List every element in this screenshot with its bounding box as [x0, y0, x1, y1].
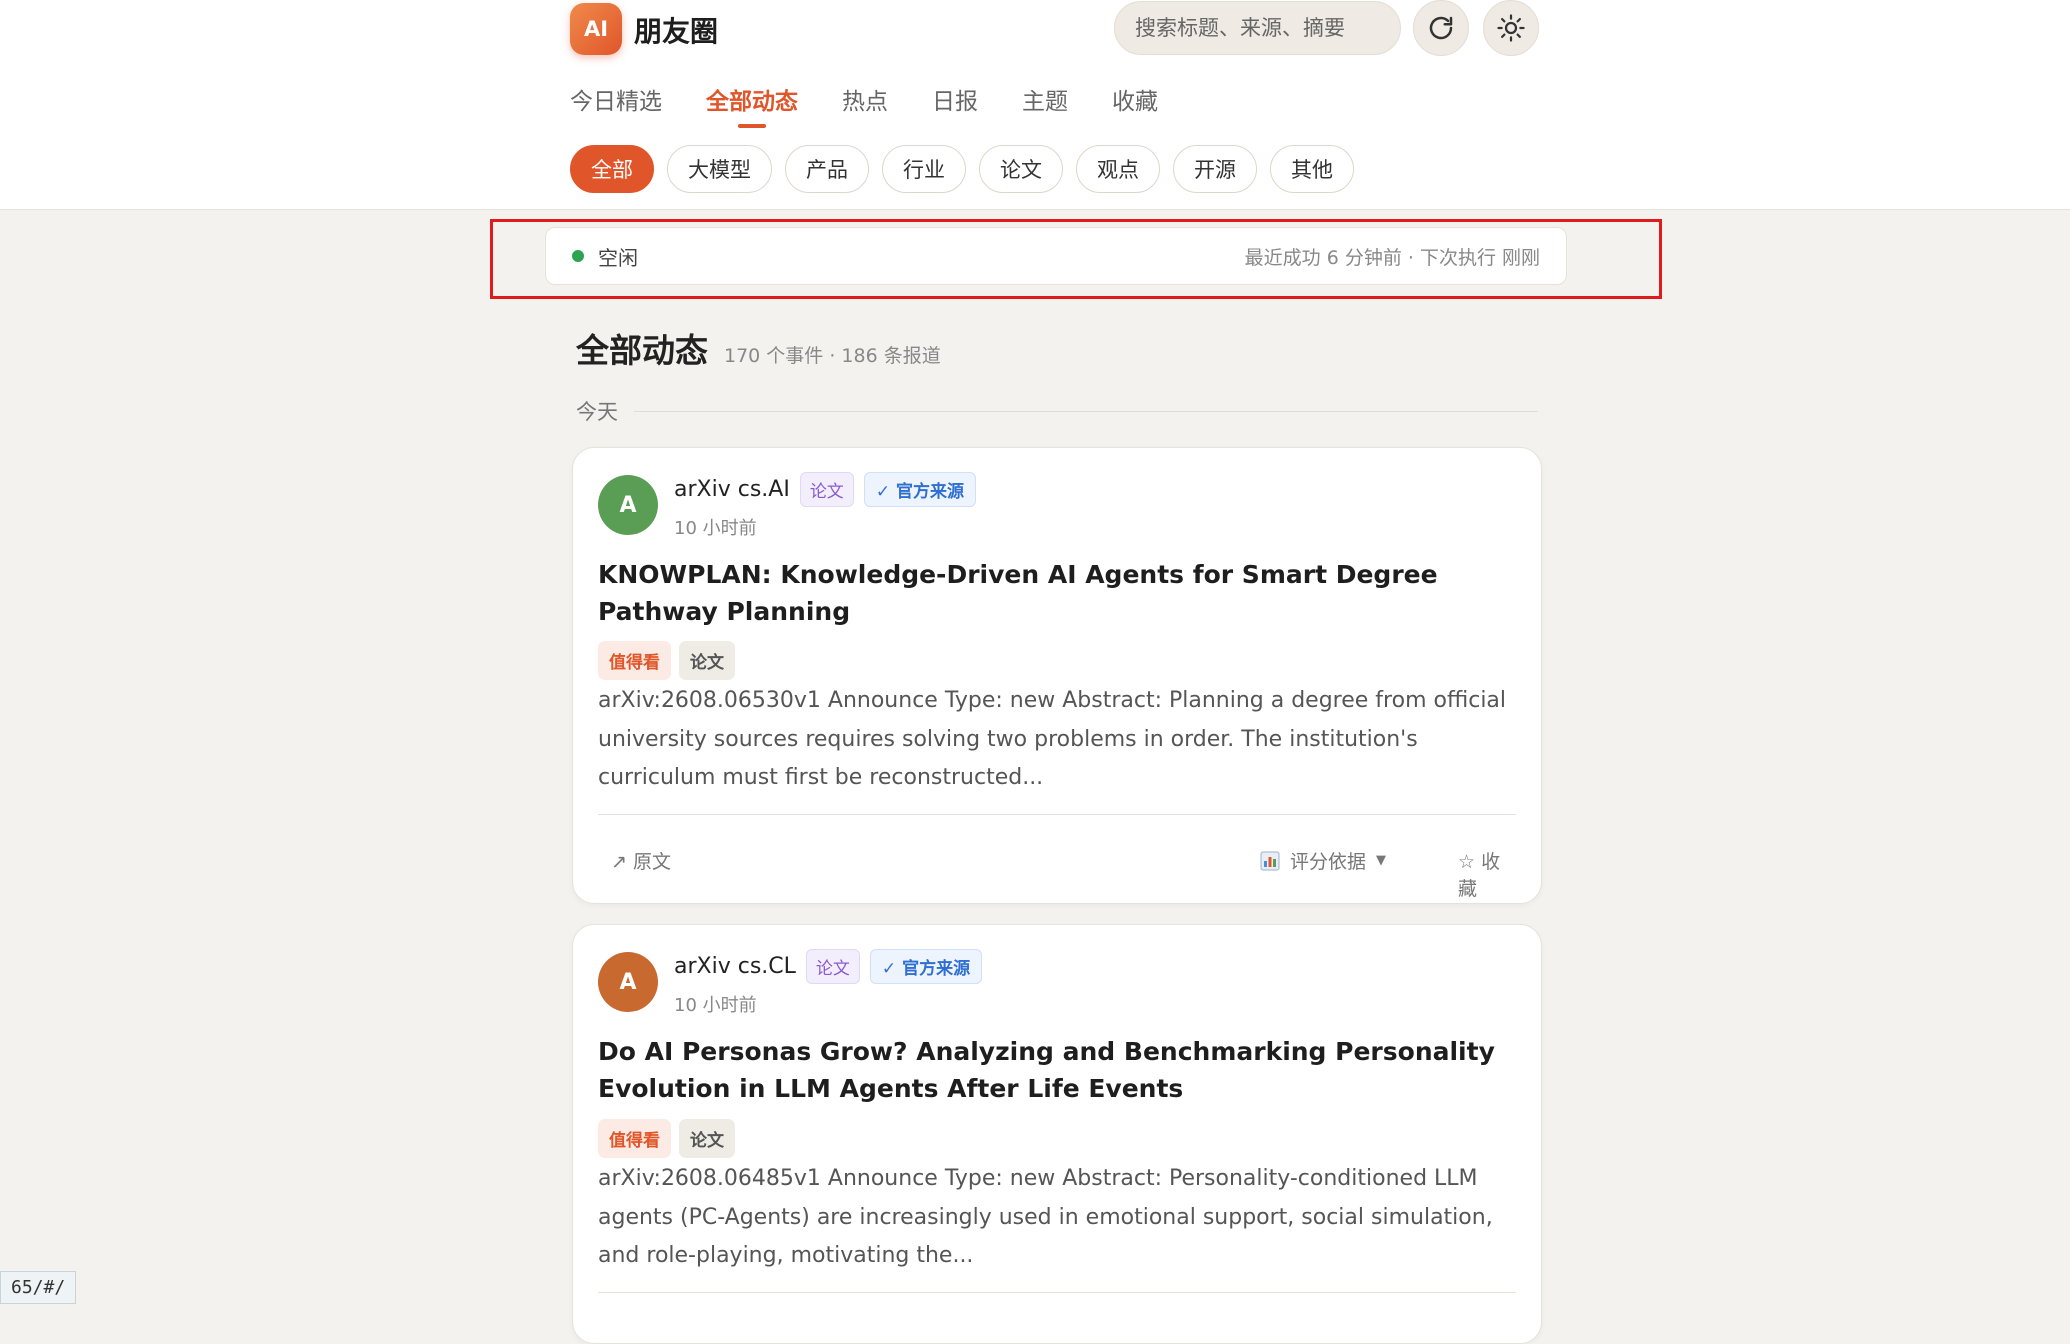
status-bar: 空闲 最近成功 6 分钟前 · 下次执行 刚刚 — [545, 227, 1567, 285]
day-divider — [634, 410, 1538, 412]
refresh-icon — [1429, 16, 1453, 40]
sun-icon — [1497, 14, 1525, 42]
chip-other[interactable]: 其他 — [1270, 145, 1354, 193]
favorite-button[interactable]: ☆ 收藏 — [1458, 847, 1516, 901]
top-header: AI 朋友圈 今日精选 全部动态 热点 日报 主题 收藏 全部 大 — [0, 0, 2070, 210]
feed-heading: 全部动态 170 个事件 · 186 条报道 — [576, 324, 941, 372]
timestamp: 10 小时前 — [674, 518, 757, 539]
search-input[interactable] — [1135, 16, 1400, 40]
card-title[interactable]: Do AI Personas Grow? Analyzing and Bench… — [598, 1033, 1518, 1107]
refresh-button[interactable] — [1413, 0, 1469, 56]
filter-chips: 全部 大模型 产品 行业 论文 观点 开源 其他 — [570, 145, 1367, 193]
card-title[interactable]: KNOWPLAN: Knowledge-Driven AI Agents for… — [598, 556, 1518, 630]
worth-reading-badge: 值得看 — [598, 1119, 671, 1158]
source-name[interactable]: arXiv cs.AI — [674, 477, 790, 502]
tab-daily[interactable]: 日报 — [932, 82, 978, 128]
category-tag: 论文 — [799, 472, 854, 507]
nav-tabs: 今日精选 全部动态 热点 日报 主题 收藏 — [570, 82, 1202, 128]
link-preview-bar: 65/#/ — [0, 1271, 77, 1304]
tab-today-picks[interactable]: 今日精选 — [570, 82, 662, 128]
chip-opinion[interactable]: 观点 — [1076, 145, 1160, 193]
bar-chart-icon — [1260, 851, 1280, 870]
category-tag: 论文 — [805, 949, 860, 984]
status-dot-icon — [572, 250, 584, 262]
score-basis-label: 评分依据 — [1290, 851, 1367, 873]
feed-title: 全部动态 — [576, 331, 708, 370]
day-separator: 今天 — [576, 396, 1538, 426]
feed-count: 170 个事件 · 186 条报道 — [724, 345, 941, 367]
tab-topics[interactable]: 主题 — [1022, 82, 1068, 128]
chip-product[interactable]: 产品 — [785, 145, 869, 193]
day-label: 今天 — [576, 400, 618, 424]
app-title: 朋友圈 — [634, 15, 719, 48]
app-logo[interactable]: AI — [570, 3, 622, 55]
chip-opensource[interactable]: 开源 — [1173, 145, 1257, 193]
card-abstract: arXiv:2608.06485v1 Announce Type: new Ab… — [598, 1166, 1493, 1268]
official-source-badge: ✓ 官方来源 — [869, 949, 983, 984]
chip-industry[interactable]: 行业 — [882, 145, 966, 193]
news-card[interactable]: A arXiv cs.AI 论文 ✓ 官方来源 10 小时前 KNOWPLAN:… — [572, 447, 1542, 904]
category-badge: 论文 — [679, 641, 735, 680]
tab-favorites[interactable]: 收藏 — [1112, 82, 1158, 128]
chip-paper[interactable]: 论文 — [979, 145, 1063, 193]
avatar: A — [598, 952, 658, 1012]
card-actions: ↗ 原文 评分依据 ▼ ☆ 收藏 — [598, 839, 1516, 900]
category-badge: 论文 — [679, 1119, 735, 1158]
open-source-link[interactable]: ↗ 原文 — [611, 847, 671, 874]
caret-down-icon: ▼ — [1376, 853, 1387, 868]
card-abstract: arXiv:2608.06530v1 Announce Type: new Ab… — [598, 688, 1507, 790]
status-detail: 最近成功 6 分钟前 · 下次执行 刚刚 — [1244, 246, 1540, 269]
tab-hot[interactable]: 热点 — [842, 82, 888, 128]
card-divider — [598, 1292, 1516, 1293]
chip-llm[interactable]: 大模型 — [667, 145, 772, 193]
chip-all[interactable]: 全部 — [570, 145, 654, 193]
score-basis-button[interactable]: 评分依据 ▼ — [1260, 847, 1386, 874]
official-source-badge: ✓ 官方来源 — [863, 472, 976, 507]
tab-all-feed[interactable]: 全部动态 — [706, 82, 798, 128]
status-state: 空闲 — [598, 245, 638, 270]
theme-toggle-button[interactable] — [1483, 0, 1539, 56]
worth-reading-badge: 值得看 — [598, 641, 671, 680]
avatar: A — [598, 475, 658, 535]
search-box[interactable] — [1114, 1, 1401, 55]
card-divider — [598, 814, 1516, 815]
timestamp: 10 小时前 — [674, 995, 757, 1016]
news-card[interactable]: A arXiv cs.CL 论文 ✓ 官方来源 10 小时前 Do AI Per… — [572, 924, 1542, 1344]
source-name[interactable]: arXiv cs.CL — [674, 954, 796, 979]
